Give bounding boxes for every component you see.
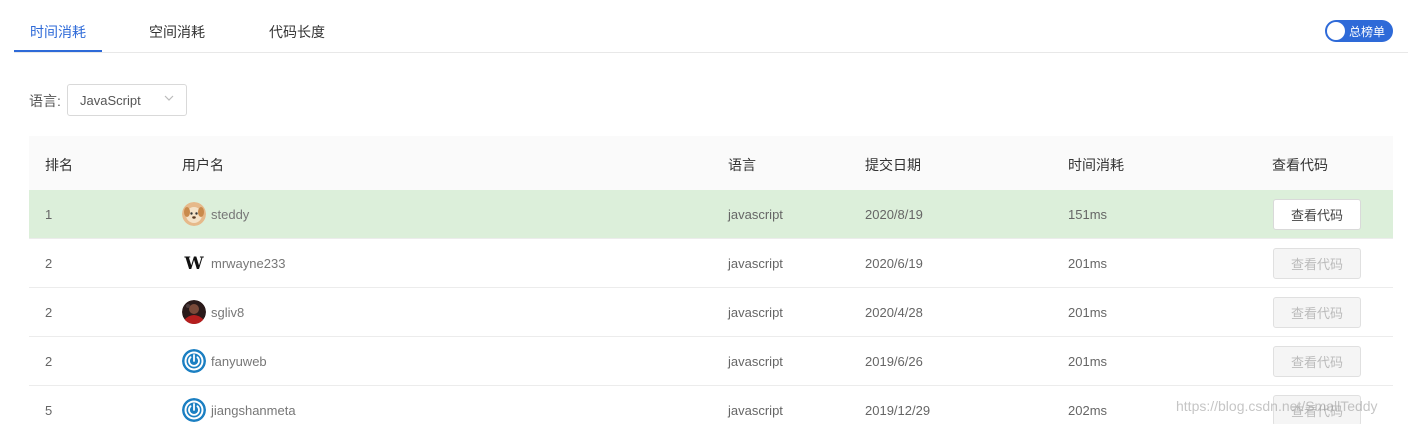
- overall-ranking-toggle[interactable]: 总榜单: [1325, 20, 1393, 42]
- user-cell: jiangshanmeta: [182, 398, 296, 422]
- rank-cell: 2: [45, 354, 53, 369]
- power-icon-avatar: [182, 349, 206, 373]
- user-cell: fanyuweb: [182, 349, 267, 373]
- time-cell: 201ms: [1068, 305, 1108, 320]
- table-header: 排名 用户名 语言 提交日期 时间消耗 查看代码: [29, 136, 1393, 190]
- language-cell: javascript: [728, 305, 783, 320]
- time-cell: 201ms: [1068, 354, 1108, 369]
- username[interactable]: fanyuweb: [211, 354, 267, 369]
- tab-time-cost[interactable]: 时间消耗: [30, 22, 86, 42]
- time-cell: 201ms: [1068, 256, 1108, 271]
- header-view-code: 查看代码: [1272, 157, 1328, 173]
- user-cell: steddy: [182, 202, 249, 226]
- username[interactable]: sgliv8: [211, 305, 244, 320]
- toggle-label: 总榜单: [1349, 25, 1386, 39]
- view-code-button[interactable]: 查看代码: [1273, 297, 1361, 328]
- table-row: 2 sgliv8 javascript 2020/4/28 201ms 查看代码: [29, 288, 1393, 337]
- time-cell: 151ms: [1068, 207, 1108, 222]
- table-row: 2 fanyuweb javascript 2019/6/26 201ms 查看…: [29, 337, 1393, 386]
- chevron-down-icon: [164, 95, 174, 101]
- date-cell: 2020/8/19: [865, 207, 923, 222]
- header-username: 用户名: [182, 157, 224, 173]
- username[interactable]: jiangshanmeta: [211, 403, 296, 418]
- table-row: 2 W mrwayne233 javascript 2020/6/19 201m…: [29, 239, 1393, 288]
- header-submit-date: 提交日期: [865, 157, 921, 173]
- language-filter-label: 语言:: [29, 93, 61, 109]
- username[interactable]: steddy: [211, 207, 249, 222]
- rank-cell: 2: [45, 305, 53, 320]
- language-cell: javascript: [728, 207, 783, 222]
- language-select-value: JavaScript: [80, 93, 141, 108]
- language-cell: javascript: [728, 256, 783, 271]
- date-cell: 2019/12/29: [865, 403, 931, 418]
- language-cell: javascript: [728, 403, 783, 418]
- tab-bar: 时间消耗 空间消耗 代码长度: [14, 0, 1408, 53]
- view-code-button[interactable]: 查看代码: [1273, 199, 1361, 230]
- rank-cell: 2: [45, 256, 53, 271]
- user-cell: W mrwayne233: [182, 251, 285, 275]
- user-cell: sgliv8: [182, 300, 244, 324]
- view-code-button[interactable]: 查看代码: [1273, 395, 1361, 424]
- w-letter-avatar-icon: W: [182, 251, 206, 275]
- rank-cell: 5: [45, 403, 53, 418]
- table-row: 1 steddy javascript 2020/8/19 151ms 查看代码: [29, 190, 1393, 239]
- rank-cell: 1: [45, 207, 53, 222]
- header-rank: 排名: [45, 157, 73, 173]
- time-cell: 202ms: [1068, 403, 1108, 418]
- language-select[interactable]: JavaScript: [67, 84, 187, 116]
- username[interactable]: mrwayne233: [211, 256, 285, 271]
- ranking-table: 排名 用户名 语言 提交日期 时间消耗 查看代码 1 steddy javasc…: [29, 136, 1393, 424]
- date-cell: 2019/6/26: [865, 354, 923, 369]
- active-tab-indicator: [14, 50, 102, 52]
- language-cell: javascript: [728, 354, 783, 369]
- dog-avatar-icon: [182, 202, 206, 226]
- power-icon-avatar: [182, 398, 206, 422]
- view-code-button[interactable]: 查看代码: [1273, 346, 1361, 377]
- toggle-knob: [1327, 22, 1345, 40]
- table-row: 5 jiangshanmeta javascript 2019/12/29 20…: [29, 386, 1393, 424]
- header-time-cost: 时间消耗: [1068, 157, 1124, 173]
- view-code-button[interactable]: 查看代码: [1273, 248, 1361, 279]
- photo-avatar-icon: [182, 300, 206, 324]
- tab-space-cost[interactable]: 空间消耗: [149, 22, 205, 42]
- header-language: 语言: [728, 157, 756, 173]
- tab-code-length[interactable]: 代码长度: [269, 22, 325, 42]
- date-cell: 2020/4/28: [865, 305, 923, 320]
- svg-text:W: W: [183, 254, 204, 274]
- date-cell: 2020/6/19: [865, 256, 923, 271]
